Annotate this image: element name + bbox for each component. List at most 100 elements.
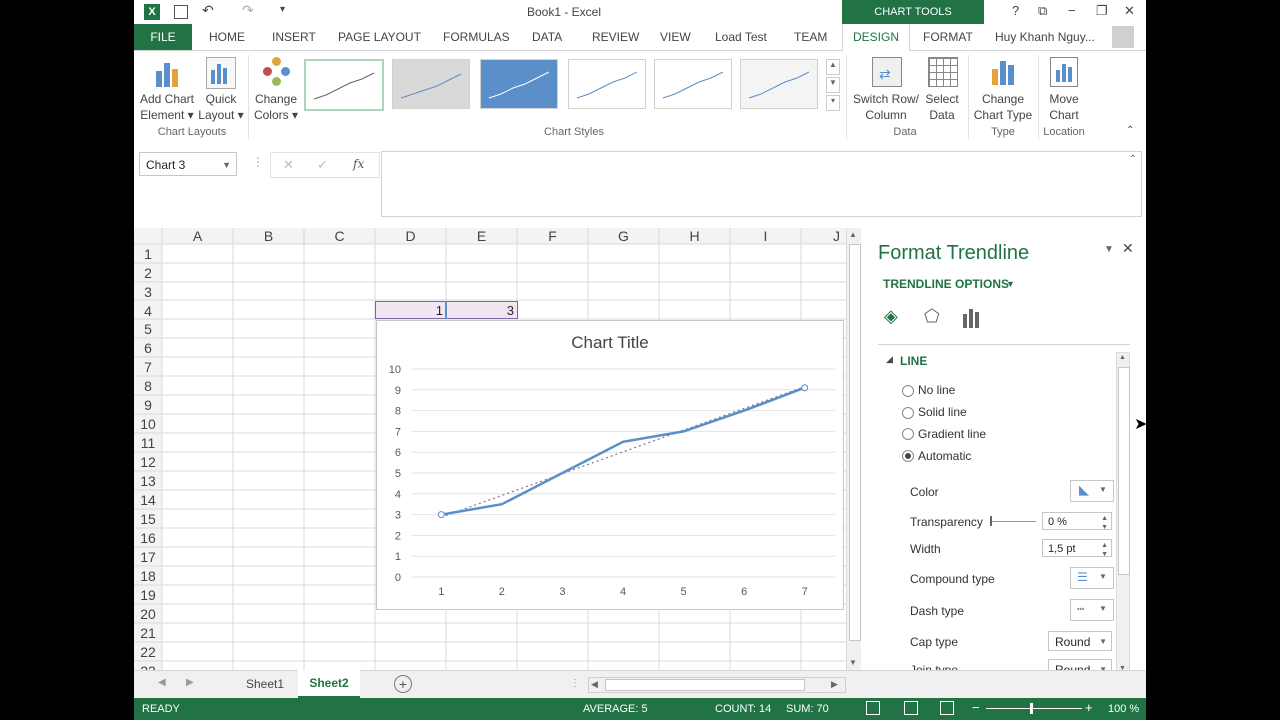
dash-type-dropdown[interactable]: ┅ ▼ (1070, 599, 1114, 621)
avatar[interactable] (1112, 26, 1134, 48)
gradient-line-label[interactable]: Gradient line (918, 427, 986, 441)
column-header-g[interactable]: G (588, 228, 659, 244)
pane-close-icon[interactable]: ✕ (1122, 240, 1134, 257)
column-header-c[interactable]: C (304, 228, 375, 244)
no-line-radio[interactable] (902, 385, 914, 397)
next-sheet-icon[interactable]: ▶ (186, 677, 194, 688)
change-chart-type-button[interactable]: Change Chart Type (970, 55, 1036, 123)
add-sheet-button[interactable]: + (394, 675, 412, 693)
zoom-out-icon[interactable]: − (972, 700, 980, 715)
pane-scrollbar[interactable]: ▲ ▼ (1116, 352, 1130, 678)
minimize-button[interactable]: − (1068, 3, 1076, 18)
row-header-13[interactable]: 13 (134, 473, 162, 489)
effects-icon[interactable]: ⬠ (924, 306, 946, 328)
zoom-in-icon[interactable]: + (1085, 700, 1093, 715)
formula-input[interactable]: ⌃ (381, 151, 1142, 217)
chart-style-6[interactable] (740, 59, 818, 109)
color-picker[interactable]: ◣ ▼ (1070, 480, 1114, 502)
trendline-options-icon[interactable] (962, 308, 984, 328)
row-header-23[interactable]: 23 (134, 663, 162, 670)
row-header-21[interactable]: 21 (134, 625, 162, 641)
fill-line-icon[interactable]: ◈ (884, 306, 906, 328)
transparency-slider-track[interactable] (990, 521, 1036, 522)
pane-options-dropdown-icon[interactable]: ▼ (1104, 244, 1114, 255)
chart-style-4[interactable] (568, 59, 646, 109)
row-header-6[interactable]: 6 (134, 340, 162, 356)
row-header-14[interactable]: 14 (134, 492, 162, 508)
quick-layout-button[interactable]: Quick Layout ▾ (198, 55, 244, 123)
sheet-tab-sheet1[interactable]: Sheet1 (234, 671, 296, 698)
collapse-ribbon-icon[interactable]: ⌃ (1126, 125, 1134, 136)
row-header-9[interactable]: 9 (134, 397, 162, 413)
column-header-h[interactable]: H (659, 228, 730, 244)
chart-plot[interactable]: 0 1 2 3 4 5 6 7 8 9 10 1 2 3 4 5 6 7 (377, 321, 843, 609)
gradient-line-radio[interactable] (902, 428, 914, 440)
change-colors-button[interactable]: Change Colors ▾ (250, 55, 302, 123)
horizontal-scrollbar[interactable]: ◀ ▶ (588, 677, 846, 693)
row-header-1[interactable]: 1 (134, 246, 162, 262)
prev-sheet-icon[interactable]: ◀ (158, 677, 166, 688)
trendline-options-label[interactable]: TRENDLINE OPTIONS (883, 277, 1009, 291)
solid-line-label[interactable]: Solid line (918, 405, 967, 419)
chart-style-1[interactable] (304, 59, 384, 111)
page-layout-view-icon[interactable] (904, 701, 918, 715)
tab-format[interactable]: FORMAT (923, 30, 973, 44)
user-name[interactable]: Huy Khanh Nguy... (995, 30, 1095, 44)
chart-style-3[interactable] (480, 59, 558, 109)
row-header-15[interactable]: 15 (134, 511, 162, 527)
help-button[interactable]: ? (1012, 3, 1019, 18)
spin-down-icon[interactable]: ▼ (1101, 519, 1108, 537)
cell-e4[interactable]: 3 (446, 303, 514, 318)
column-header-b[interactable]: B (233, 228, 304, 244)
cell-d4[interactable]: 1 (375, 303, 443, 318)
h-scroll-thumb[interactable] (605, 679, 805, 691)
grid-vertical-scrollbar[interactable]: ▲ ▼ (846, 228, 861, 670)
tab-file[interactable]: FILE (134, 24, 192, 50)
add-chart-element-button[interactable]: Add Chart Element ▾ (138, 55, 196, 123)
close-button[interactable]: ✕ (1124, 3, 1135, 19)
name-box-dropdown-icon[interactable]: ▼ (222, 153, 231, 177)
solid-line-radio[interactable] (902, 407, 914, 419)
transparency-slider-thumb[interactable] (990, 516, 992, 526)
name-box[interactable]: Chart 3 ▼ (139, 152, 237, 176)
cancel-icon[interactable]: ✕ (283, 157, 294, 173)
tab-load-test[interactable]: Load Test (715, 30, 767, 44)
row-header-19[interactable]: 19 (134, 587, 162, 603)
row-header-18[interactable]: 18 (134, 568, 162, 584)
page-break-view-icon[interactable] (940, 701, 954, 715)
select-data-button[interactable]: Select Data (924, 55, 960, 123)
column-header-i[interactable]: I (730, 228, 801, 244)
no-line-label[interactable]: No line (918, 383, 955, 397)
tab-design[interactable]: DESIGN (842, 24, 910, 51)
formula-expand-icon[interactable]: ⌃ (1129, 154, 1137, 165)
spin-down-icon[interactable]: ▼ (1101, 546, 1108, 564)
tab-review[interactable]: REVIEW (592, 30, 639, 44)
tab-page-layout[interactable]: PAGE LAYOUT (338, 30, 421, 44)
scroll-right-icon[interactable]: ▶ (831, 679, 838, 690)
automatic-label[interactable]: Automatic (918, 449, 971, 463)
scroll-up-icon[interactable]: ▲ (849, 230, 857, 239)
row-header-8[interactable]: 8 (134, 378, 162, 394)
sheet-tab-sheet2[interactable]: Sheet2 (298, 670, 360, 698)
row-header-3[interactable]: 3 (134, 284, 162, 300)
gallery-scroll-up-icon[interactable]: ▲ (826, 59, 840, 75)
zoom-slider-track[interactable] (986, 708, 1082, 709)
row-header-17[interactable]: 17 (134, 549, 162, 565)
row-header-7[interactable]: 7 (134, 359, 162, 375)
tab-team[interactable]: TEAM (794, 30, 827, 44)
line-section-header[interactable]: LINE (900, 354, 927, 368)
chart-area[interactable]: Chart Title 0 1 2 3 4 5 6 7 8 9 10 1 2 3 4 5 6 7 (376, 320, 844, 610)
ribbon-display-button[interactable]: ⧉ (1038, 3, 1047, 19)
cap-type-select[interactable]: Round ▼ (1048, 631, 1112, 651)
row-header-16[interactable]: 16 (134, 530, 162, 546)
row-header-2[interactable]: 2 (134, 265, 162, 281)
trendline-options-dropdown-icon[interactable]: ▼ (1006, 279, 1015, 289)
row-header-20[interactable]: 20 (134, 606, 162, 622)
tab-view[interactable]: VIEW (660, 30, 691, 44)
chart-style-5[interactable] (654, 59, 732, 109)
normal-view-icon[interactable] (866, 701, 880, 715)
row-header-12[interactable]: 12 (134, 454, 162, 470)
scroll-left-icon[interactable]: ◀ (591, 679, 598, 690)
column-header-f[interactable]: F (517, 228, 588, 244)
row-header-5[interactable]: 5 (134, 321, 162, 337)
